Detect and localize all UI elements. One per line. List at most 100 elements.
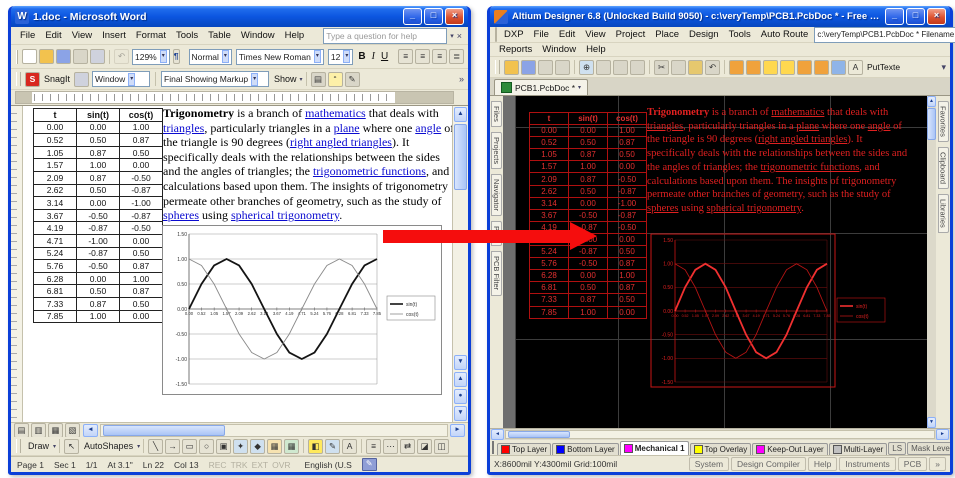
altium-titlebar[interactable]: Altium Designer 6.8 (Unlocked Build 9050…: [490, 6, 950, 27]
line-icon[interactable]: ╲: [148, 439, 163, 454]
horizontal-scroll-track[interactable]: [100, 424, 448, 437]
panel-tab-libraries[interactable]: Libraries: [938, 194, 949, 233]
scroll-left-icon[interactable]: ◄: [83, 424, 98, 437]
layer-tab-top-overlay[interactable]: Top Overlay: [690, 443, 752, 455]
place-pad-icon[interactable]: [746, 60, 761, 75]
show-hide-pilcrow-icon[interactable]: ¶: [173, 49, 180, 64]
ls-button[interactable]: LS: [888, 442, 906, 455]
panel-tab-clipboard[interactable]: Clipboard: [938, 147, 949, 189]
scroll-thumb[interactable]: [927, 108, 936, 140]
status-flag-ext[interactable]: EXT: [252, 460, 269, 470]
font-combo[interactable]: Times New Roman ▾: [236, 49, 324, 65]
word-titlebar[interactable]: W 1.doc - Microsoft Word _ □ ×: [11, 6, 468, 27]
altium-menu-tools[interactable]: Tools: [724, 28, 756, 41]
panel-button-help[interactable]: Help: [808, 457, 837, 471]
hyperlink[interactable]: spheres: [647, 203, 679, 214]
toolbar-options-icon[interactable]: ▾: [941, 62, 948, 73]
print-icon[interactable]: [90, 49, 105, 64]
next-page-icon[interactable]: ▼: [454, 406, 467, 421]
hyperlink[interactable]: spherical trigonometry: [231, 208, 339, 222]
align-center-icon[interactable]: ≡: [415, 49, 430, 64]
status-flag-ovr[interactable]: OVR: [272, 460, 290, 470]
track-changes-icon[interactable]: ✎: [345, 72, 360, 87]
save-icon[interactable]: [56, 49, 71, 64]
oval-icon[interactable]: ○: [199, 439, 214, 454]
hyperlink[interactable]: angle: [868, 121, 891, 132]
word-menu-edit[interactable]: Edit: [40, 29, 66, 42]
hyperlink[interactable]: plane: [796, 121, 819, 132]
help-question-box[interactable]: Type a question for help: [323, 28, 447, 44]
scroll-right-icon[interactable]: ►: [936, 429, 949, 440]
mask-level-button[interactable]: Mask Level: [907, 442, 950, 455]
vertical-scrollbar[interactable]: ▲ ▼ ▲ ● ▼: [452, 106, 468, 422]
pcb-canvas[interactable]: tsin(t)cos(t)0.000.001.000.520.500.871.0…: [516, 96, 927, 428]
hyperlink[interactable]: angle: [415, 121, 441, 135]
place-interactive-routing-icon[interactable]: [729, 60, 744, 75]
altium-menu-window[interactable]: Window: [537, 43, 581, 56]
hyperlink[interactable]: spherical trigonometry: [707, 203, 802, 214]
print-layout-icon[interactable]: ▦: [48, 423, 63, 438]
select-objects-icon[interactable]: ↖: [64, 439, 79, 454]
mail-icon[interactable]: [73, 49, 88, 64]
diagram-icon[interactable]: ◆: [250, 439, 265, 454]
layer-tab-multi-layer[interactable]: Multi-Layer: [829, 443, 888, 455]
rectangle-icon[interactable]: ▭: [182, 439, 197, 454]
line-color-icon[interactable]: ✎: [325, 439, 340, 454]
horizontal-scroll-track[interactable]: [505, 430, 935, 439]
panel-button-pcb[interactable]: PCB: [898, 457, 927, 471]
horizontal-scroll-thumb[interactable]: [103, 425, 225, 436]
canvas-horizontal-scrollbar[interactable]: ◄ ►: [490, 428, 950, 440]
close-document-icon[interactable]: ×: [455, 31, 464, 41]
altium-menu-file[interactable]: File: [529, 28, 554, 41]
align-right-icon[interactable]: ≡: [432, 49, 447, 64]
font-size-combo[interactable]: 12 ▾: [328, 49, 353, 65]
embedded-chart[interactable]: 1.501.000.500.00-0.50-1.00-1.500.000.521…: [162, 225, 442, 395]
cut-icon[interactable]: ✂: [654, 60, 669, 75]
hyperlink[interactable]: trigonometric functions: [760, 162, 859, 173]
new-document-icon[interactable]: [22, 49, 37, 64]
tab-pcb1-pcbdoc[interactable]: PCB1.PcbDoc * ▾: [494, 79, 588, 95]
altium-menu-dxp[interactable]: DXP: [499, 28, 529, 41]
dash-style-icon[interactable]: ⋯: [383, 439, 398, 454]
toolbar-handle[interactable]: [16, 72, 21, 86]
document-path-combo[interactable]: c:\veryTemp\PCB1.PcbDoc * Filename ▾: [814, 27, 955, 43]
puttexte-button[interactable]: PutTexte: [864, 62, 903, 72]
normal-view-icon[interactable]: ▤: [14, 423, 29, 438]
toolbar-handle[interactable]: [495, 60, 500, 74]
altium-menu-reports[interactable]: Reports: [494, 43, 537, 56]
place-text-icon[interactable]: A: [848, 60, 863, 75]
word-menu-tools[interactable]: Tools: [171, 29, 203, 42]
picture-icon[interactable]: ▦: [284, 439, 299, 454]
scroll-up-icon[interactable]: ▲: [454, 107, 467, 122]
align-left-icon[interactable]: ≡: [398, 49, 413, 64]
toolbar-handle[interactable]: [16, 439, 21, 453]
wordart-icon[interactable]: ✦: [233, 439, 248, 454]
panel-button-instruments[interactable]: Instruments: [839, 457, 895, 471]
justify-icon[interactable]: ≣: [449, 49, 464, 64]
layer-tab-top-layer[interactable]: Top Layer: [497, 443, 551, 455]
scroll-up-icon[interactable]: ▲: [927, 96, 936, 107]
status-flag-trk[interactable]: TRK: [231, 460, 248, 470]
word-menu-view[interactable]: View: [67, 29, 97, 42]
capture-window-combo[interactable]: Window ▾: [92, 71, 150, 87]
close-button[interactable]: ×: [445, 8, 464, 25]
underline-button[interactable]: U: [381, 51, 388, 62]
layer-tab-keep-out-layer[interactable]: Keep-Out Layer: [752, 443, 827, 455]
chevron-down-icon[interactable]: ▾: [450, 32, 454, 40]
panel-tab-projects[interactable]: Projects: [491, 132, 502, 169]
altium-menu-place[interactable]: Place: [650, 28, 684, 41]
layer-tab-mechanical-1[interactable]: Mechanical 1: [620, 441, 689, 455]
browse-object-icon[interactable]: ●: [454, 389, 467, 404]
scroll-thumb[interactable]: [454, 124, 467, 190]
hyperlink[interactable]: plane: [334, 121, 360, 135]
word-menu-window[interactable]: Window: [236, 29, 280, 42]
italic-button[interactable]: I: [372, 51, 375, 62]
zoom-fit-icon[interactable]: ⊕: [579, 60, 594, 75]
printer-capture-icon[interactable]: [74, 72, 89, 87]
panel-tab-pcb-filter[interactable]: PCB Filter: [491, 251, 502, 295]
clipart-icon[interactable]: ▦: [267, 439, 282, 454]
scroll-left-icon[interactable]: ◄: [491, 429, 504, 440]
altium-menu-view[interactable]: View: [580, 28, 610, 41]
scroll-track[interactable]: [927, 141, 936, 417]
word-menu-file[interactable]: File: [15, 29, 40, 42]
